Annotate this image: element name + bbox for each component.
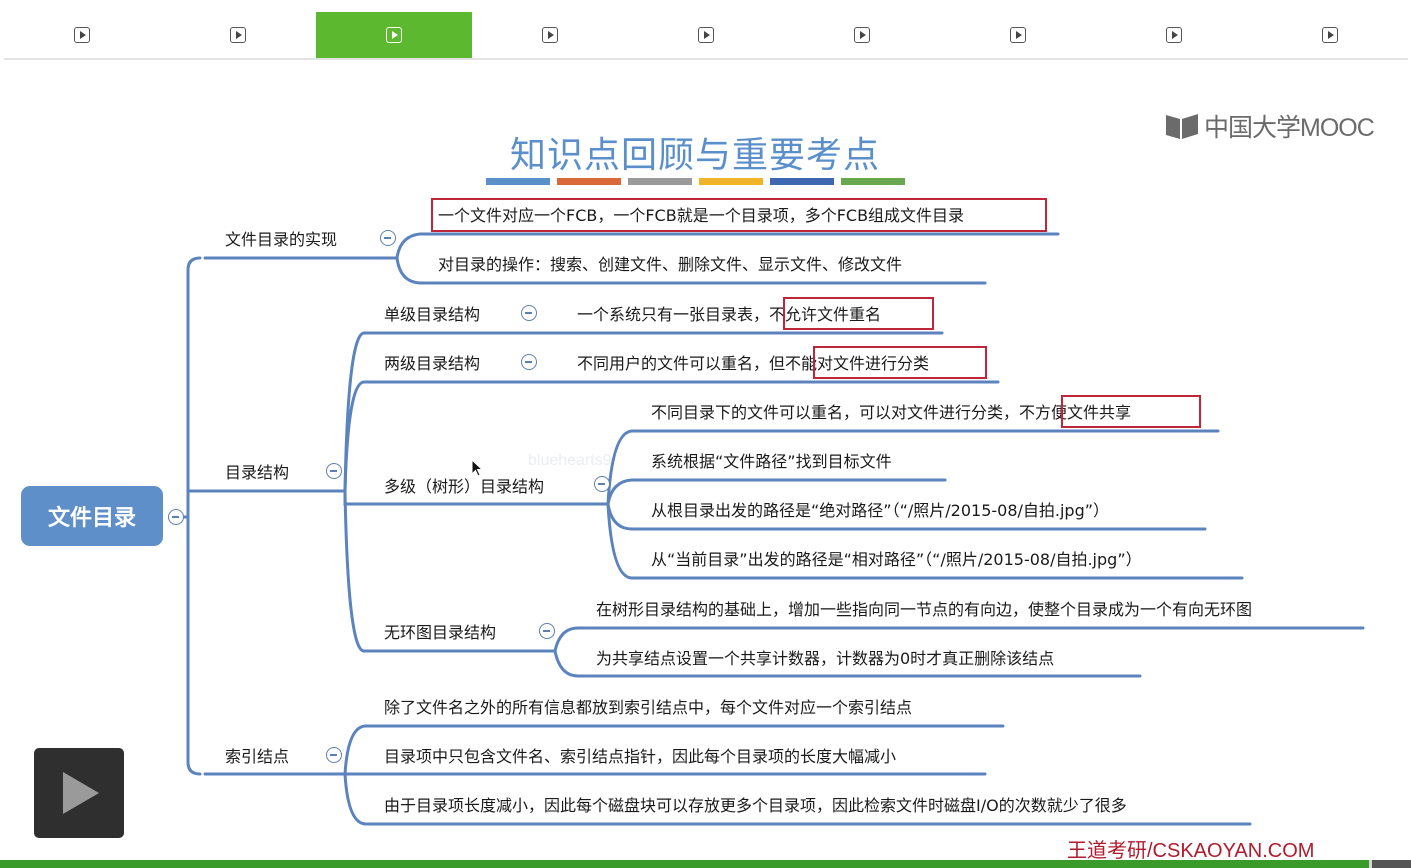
dag-item-1: 在树形目录结构的基础上，增加一些指向同一节点的有向边，使整个目录成为一个有向无环… bbox=[596, 600, 1253, 619]
highlight-box bbox=[431, 198, 1047, 232]
play-button[interactable] bbox=[34, 748, 124, 838]
collapse-toggle-root[interactable] bbox=[168, 509, 184, 525]
collapse-toggle-multi[interactable] bbox=[594, 476, 610, 492]
brand-footer: 王道考研/CSKAOYAN.COM bbox=[1067, 840, 1315, 862]
highlight-box bbox=[1061, 395, 1201, 428]
inode-item-2: 目录项中只包含文件名、索引结点指针，因此每个目录项的长度大幅减小 bbox=[384, 747, 897, 766]
multi-item-1-text: 不同目录下的文件可以重名，可以对文件进行分类， bbox=[651, 403, 1020, 422]
video-progress-fill bbox=[0, 860, 1369, 868]
multi-level-label: 多级（树形）目录结构 bbox=[384, 477, 545, 496]
branch-impl-label: 文件目录的实现 bbox=[225, 230, 338, 249]
root-node: 文件目录 bbox=[21, 486, 163, 546]
multi-item-4: 从“当前目录”出发的路径是“相对路径”（“/照片/2015-08/自拍.jpg”… bbox=[651, 550, 1142, 569]
inode-item-3: 由于目录项长度减小，因此每个磁盘块可以存放更多个目录项，因此检索文件时磁盘I/O… bbox=[384, 796, 1127, 815]
collapse-toggle-dag[interactable] bbox=[539, 623, 555, 639]
multi-item-3: 从根目录出发的路径是“绝对路径”（“/照片/2015-08/自拍.jpg”） bbox=[651, 501, 1110, 520]
single-level-label: 单级目录结构 bbox=[384, 305, 481, 324]
multi-item-2: 系统根据“文件路径”找到目标文件 bbox=[651, 452, 892, 471]
multi-item-1: 不同目录下的文件可以重名，可以对文件进行分类，不方便文件共享 bbox=[651, 403, 1131, 423]
watermark: bluehearts9 bbox=[528, 452, 612, 469]
collapse-toggle-impl[interactable] bbox=[380, 230, 396, 246]
collapse-toggle-inode[interactable] bbox=[326, 747, 342, 763]
highlight-box bbox=[783, 297, 934, 330]
collapse-toggle-two[interactable] bbox=[521, 354, 537, 370]
video-progress-bar[interactable] bbox=[0, 860, 1411, 868]
dag-label: 无环图目录结构 bbox=[384, 623, 497, 642]
two-level-note: 不同用户的文件可以重名，但 bbox=[577, 354, 786, 373]
collapse-toggle-single[interactable] bbox=[521, 305, 537, 321]
video-progress-handle[interactable] bbox=[1372, 860, 1411, 868]
impl-item-2: 对目录的操作：搜索、创建文件、删除文件、显示文件、修改文件 bbox=[438, 255, 903, 274]
mouse-cursor-icon bbox=[471, 459, 483, 477]
inode-item-1: 除了文件名之外的所有信息都放到索引结点中，每个文件对应一个索引结点 bbox=[384, 698, 913, 717]
collapse-toggle-structure[interactable] bbox=[326, 463, 342, 479]
two-level-label: 两级目录结构 bbox=[384, 354, 481, 373]
mindmap-connectors bbox=[181, 232, 1365, 826]
branch-inode-label: 索引结点 bbox=[225, 747, 290, 766]
highlight-box bbox=[813, 346, 987, 379]
single-level-note: 一个系统只有一张目录表， bbox=[577, 305, 770, 324]
dag-item-2: 为共享结点设置一个共享计数器，计数器为0时才真正删除该结点 bbox=[596, 649, 1055, 668]
branch-structure-label: 目录结构 bbox=[225, 463, 290, 482]
